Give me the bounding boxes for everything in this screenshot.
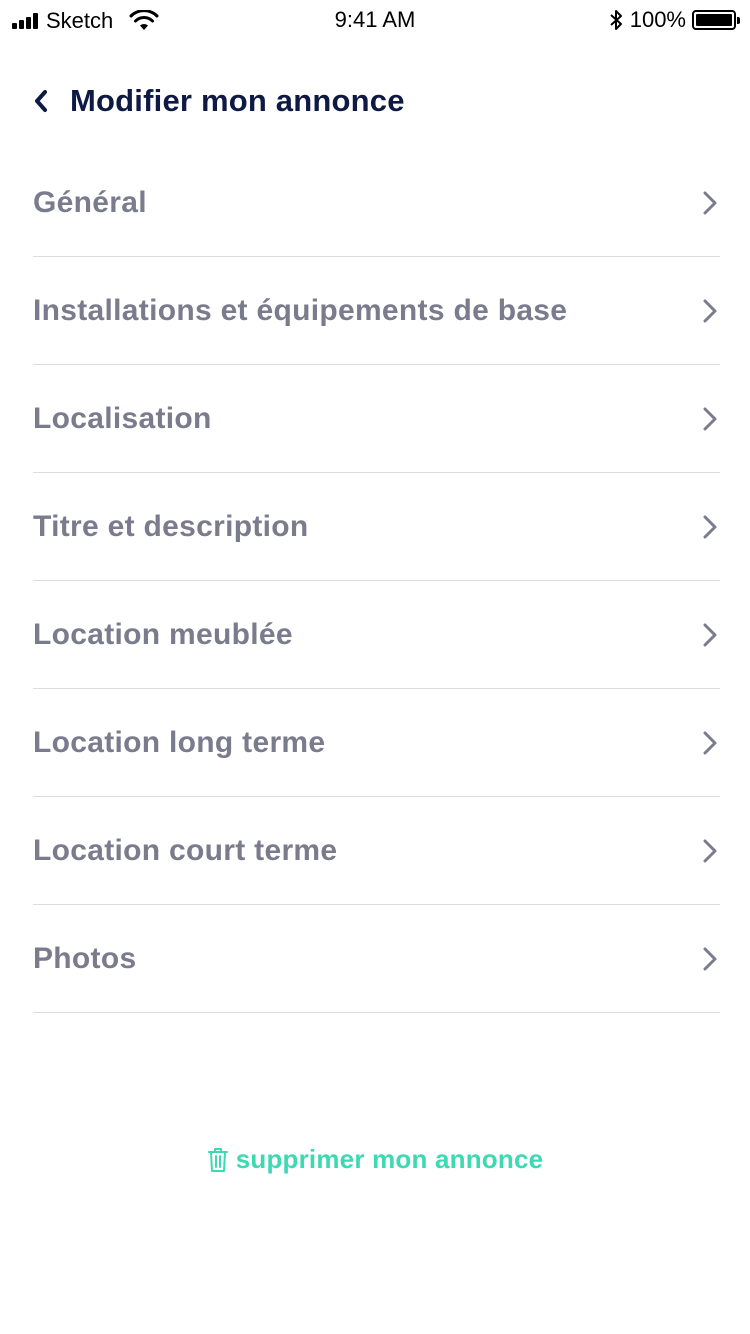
chevron-right-icon <box>703 299 717 322</box>
menu-item-label: Location long terme <box>33 725 326 759</box>
battery-percentage: 100% <box>629 7 686 32</box>
chevron-right-icon <box>703 407 717 430</box>
menu-item-label: Général <box>33 186 147 219</box>
settings-menu: Général Installations et équipements de … <box>33 150 720 1013</box>
menu-item-general[interactable]: Général <box>33 150 720 257</box>
header: Modifier mon annonce <box>30 78 405 124</box>
menu-item-label: Titre et description <box>33 509 309 543</box>
menu-item-photos[interactable]: Photos <box>33 905 720 1013</box>
page-title: Modifier mon annonce <box>70 83 405 118</box>
delete-listing-button[interactable]: supprimer mon annonce <box>207 1144 544 1175</box>
chevron-right-icon <box>703 731 717 754</box>
menu-item-titre-description[interactable]: Titre et description <box>33 473 720 581</box>
status-right: 100% <box>608 7 740 33</box>
menu-item-label: Installations et équipements de base <box>33 293 568 327</box>
chevron-right-icon <box>703 947 717 970</box>
chevron-right-icon <box>703 623 717 646</box>
chevron-right-icon <box>703 839 717 862</box>
bluetooth-icon <box>610 10 622 30</box>
menu-item-location-long-terme[interactable]: Location long terme <box>33 689 720 797</box>
status-bar: Sketch 9:41 AM 100% <box>0 0 750 40</box>
battery-icon <box>692 10 740 30</box>
delete-section: supprimer mon annonce <box>0 1144 750 1175</box>
chevron-left-icon[interactable] <box>30 87 52 115</box>
menu-item-label: Location court terme <box>33 833 338 867</box>
menu-item-installations[interactable]: Installations et équipements de base <box>33 257 720 365</box>
menu-item-label: Location meublée <box>33 617 293 651</box>
menu-item-location-meublee[interactable]: Location meublée <box>33 581 720 689</box>
delete-listing-label: supprimer mon annonce <box>235 1144 544 1174</box>
chevron-right-icon <box>703 515 717 538</box>
menu-item-label: Localisation <box>33 401 212 435</box>
chevron-right-icon <box>703 191 717 215</box>
menu-item-localisation[interactable]: Localisation <box>33 365 720 473</box>
menu-item-label: Photos <box>33 941 137 975</box>
trash-icon <box>207 1147 228 1172</box>
menu-item-location-court-terme[interactable]: Location court terme <box>33 797 720 905</box>
